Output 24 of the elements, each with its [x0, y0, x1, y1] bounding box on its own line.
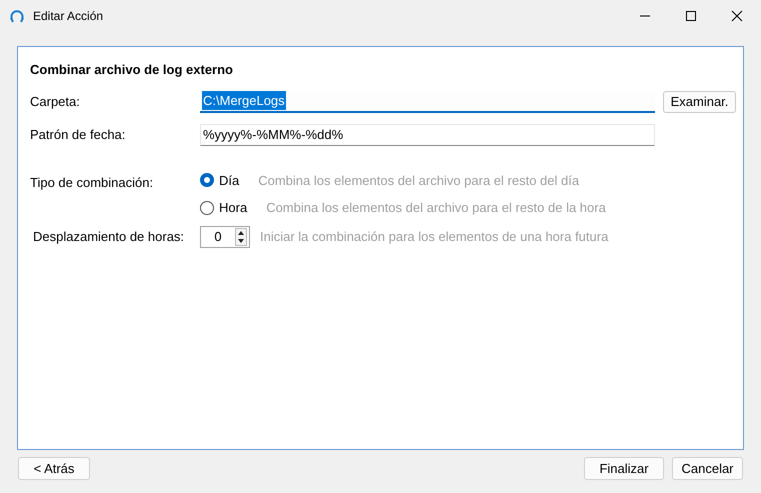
offset-description: Iniciar la combinación para los elementos de una hora futura: [260, 228, 608, 246]
app-logo-icon: [9, 8, 25, 24]
option-description: Combina los elementos del archivo para el resto del día: [258, 172, 580, 190]
browse-button[interactable]: Examinar.: [663, 90, 736, 112]
field-label: Desplazamiento de horas:: [32, 228, 186, 246]
maximize-icon[interactable]: [685, 10, 697, 22]
date-pattern-field[interactable]: %yyyy%-%MM%-%dd%: [200, 124, 655, 146]
spin-arrows-icon[interactable]: [235, 228, 247, 246]
back-button[interactable]: < Atrás: [18, 457, 90, 480]
option-description: Combina los elementos del archivo para el resto de la hora: [266, 199, 606, 217]
close-icon[interactable]: [731, 10, 743, 22]
finish-button[interactable]: Finalizar: [584, 457, 664, 480]
cancel-button[interactable]: Cancelar: [672, 457, 743, 480]
radio-label[interactable]: Hora: [219, 198, 248, 218]
radio-label[interactable]: Día: [219, 170, 240, 190]
field-label: Tipo de combinación:: [30, 174, 154, 192]
folder-field[interactable]: C:\MergeLogs: [200, 90, 655, 112]
hour-offset-spinner[interactable]: 0: [200, 226, 250, 248]
section-heading: Combinar archivo de log externo: [30, 61, 234, 79]
radio-button[interactable]: [200, 200, 214, 215]
window-title: Editar Acción: [33, 8, 104, 25]
field-label: Patrón de fecha:: [30, 126, 126, 144]
field-label: Carpeta:: [30, 92, 81, 111]
radio-button[interactable]: [200, 173, 214, 188]
